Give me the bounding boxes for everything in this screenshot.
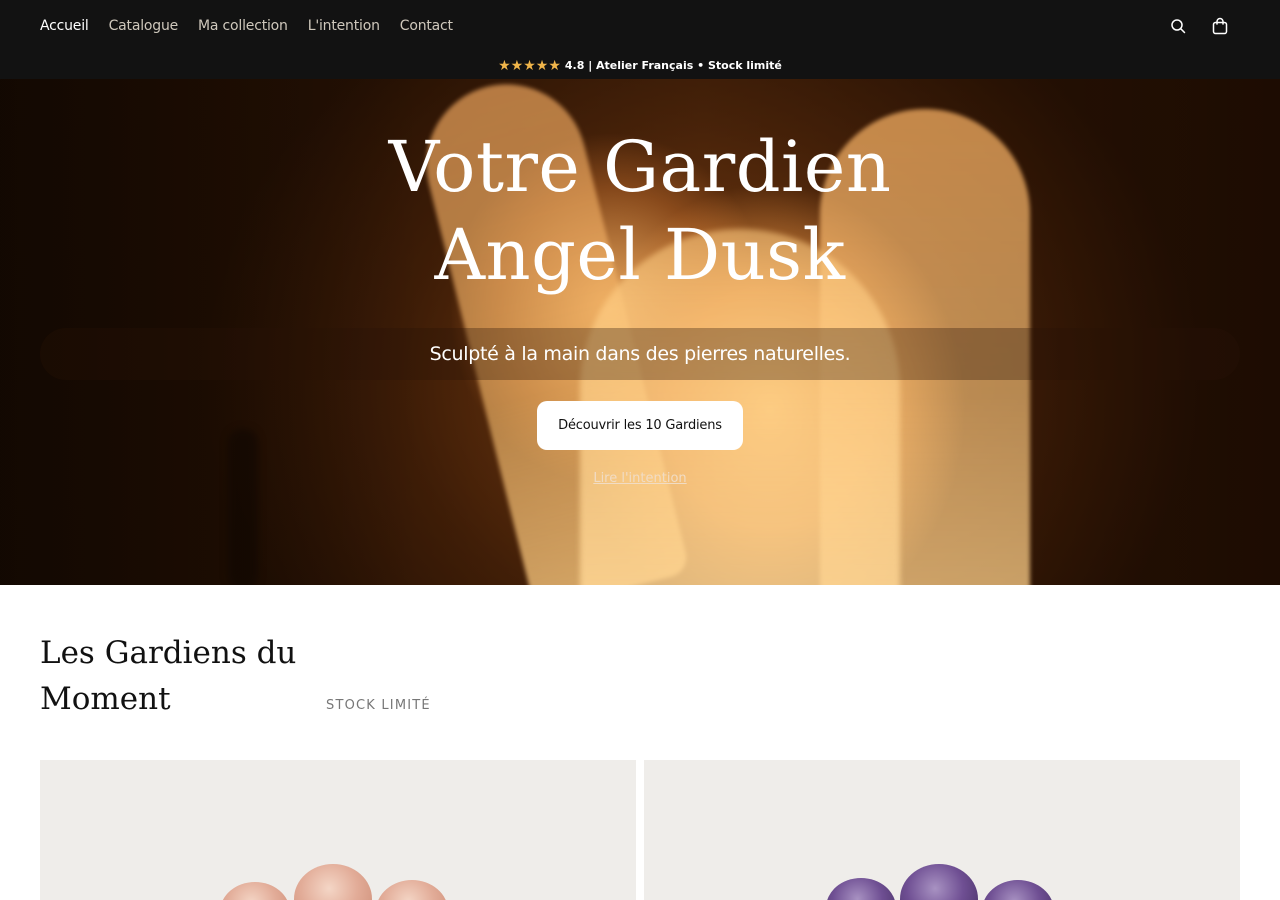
product-card[interactable] (40, 760, 636, 900)
search-icon[interactable] (1168, 16, 1188, 36)
main-nav: Accueil Catalogue Ma collection L'intent… (40, 18, 473, 34)
stone-bead (900, 864, 978, 900)
rating-bar: ★★★★★ 4.8 | Atelier Français • Stock lim… (0, 52, 1280, 79)
nav-item-intention[interactable]: L'intention (308, 18, 380, 34)
cart-icon[interactable] (1210, 16, 1230, 36)
hero-title-line1: Votre Gardien (388, 126, 892, 208)
stone-bead (982, 880, 1054, 900)
hero-title: Votre Gardien Angel Dusk (0, 123, 1280, 299)
hero-subtitle: Sculpté à la main dans des pierres natur… (429, 343, 851, 365)
rating-text: 4.8 | Atelier Français • Stock limité (564, 59, 782, 72)
hero-banner: Votre Gardien Angel Dusk Sculpté à la ma… (0, 79, 1280, 585)
stone-bead (220, 882, 290, 900)
rating-stars-icon: ★★★★★ (498, 57, 561, 74)
stone-bead (376, 880, 448, 900)
stone-bead (294, 864, 372, 900)
site-header: Accueil Catalogue Ma collection L'intent… (0, 0, 1280, 52)
nav-item-contact[interactable]: Contact (400, 18, 453, 34)
hero-title-line2: Angel Dusk (434, 214, 846, 296)
header-actions (1168, 0, 1230, 52)
hero-candle-silhouette (228, 429, 258, 585)
stock-badge: STOCK LIMITÉ (326, 698, 431, 713)
product-card[interactable] (644, 760, 1240, 900)
discover-guardians-button[interactable]: Découvrir les 10 Gardiens (537, 401, 743, 450)
stone-bead (826, 878, 896, 900)
section-title: Les Gardiens du Moment (40, 635, 297, 717)
read-intention-link[interactable]: Lire l'intention (0, 471, 1280, 486)
nav-item-catalogue[interactable]: Catalogue (109, 18, 179, 34)
nav-item-ma-collection[interactable]: Ma collection (198, 18, 288, 34)
nav-item-accueil[interactable]: Accueil (40, 18, 89, 34)
